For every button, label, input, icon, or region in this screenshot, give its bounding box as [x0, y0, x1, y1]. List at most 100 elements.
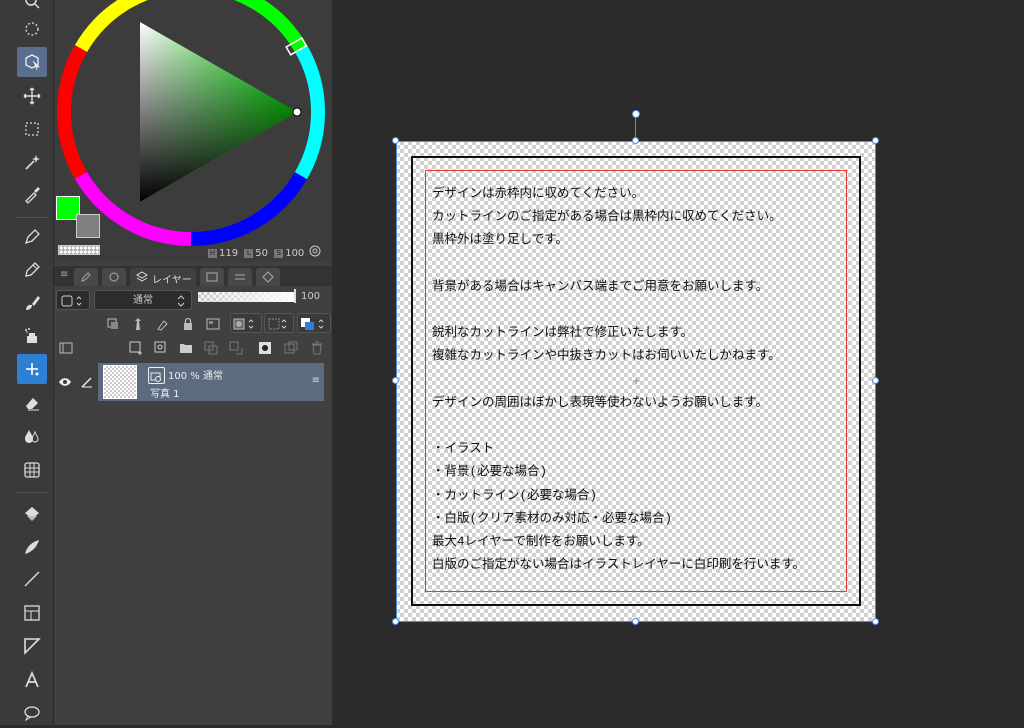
decoration-icon	[26, 363, 39, 376]
line-icon	[24, 571, 40, 587]
layer-color-dropdown[interactable]	[56, 290, 90, 310]
frame-icon	[24, 605, 40, 621]
reference-layer-button[interactable]	[130, 316, 146, 332]
layer-visibility-toggle[interactable]	[54, 363, 76, 401]
apply-mask-button[interactable]	[283, 340, 299, 356]
square-icon	[61, 295, 82, 307]
pen-tool[interactable]	[17, 222, 47, 252]
figure-ruler-tool[interactable]	[17, 455, 47, 485]
color-readout: H 119 L 50 S 100	[208, 248, 304, 259]
lock-layer-button[interactable]	[180, 316, 196, 332]
color-settings-button[interactable]	[309, 242, 321, 261]
handle-bottom-right[interactable]	[872, 618, 879, 625]
color-mode-icon	[301, 318, 324, 330]
transfer-down-button[interactable]	[203, 340, 219, 356]
blend-mode-value: 通常	[133, 295, 153, 306]
tool-palette	[0, 0, 54, 725]
move-icon	[23, 87, 41, 105]
pencil-tool[interactable]	[17, 255, 47, 285]
pencil-icon	[25, 262, 40, 277]
clip-icon	[107, 318, 118, 329]
balloon-tool[interactable]	[17, 698, 47, 728]
object-select-icon	[25, 54, 40, 71]
new-raster-layer-button[interactable]	[128, 340, 144, 356]
tab-tool-property[interactable]	[74, 268, 98, 286]
handle-bottom-left[interactable]	[392, 618, 399, 625]
marquee-icon	[25, 122, 39, 136]
mask-dropdown[interactable]	[230, 313, 262, 333]
brush-size-icon	[109, 272, 119, 282]
handle-top-left[interactable]	[392, 137, 399, 144]
frame-tool[interactable]	[17, 598, 47, 628]
blend-tool[interactable]	[17, 421, 47, 451]
transparent-color-swatch[interactable]	[58, 245, 100, 255]
tab-navigator[interactable]	[200, 268, 224, 286]
new-folder-button[interactable]	[178, 340, 194, 356]
brush-tool[interactable]	[17, 288, 47, 318]
line-tool[interactable]	[17, 564, 47, 594]
airbrush-tool[interactable]	[17, 321, 47, 351]
mask-edge-icon	[268, 318, 287, 330]
pen-icon	[81, 377, 92, 388]
new-vector-layer-icon	[154, 341, 166, 353]
gradient-tool[interactable]	[17, 532, 47, 562]
blend-mode-dropdown[interactable]: 通常	[94, 290, 192, 310]
layer-mask-dropdown[interactable]	[264, 313, 294, 333]
handle-top-right[interactable]	[872, 137, 879, 144]
create-mask-button[interactable]	[257, 340, 273, 356]
palette-tab-bar: ≡ レイヤー	[54, 266, 332, 286]
tab-material[interactable]	[256, 268, 280, 286]
tab-layer-property[interactable]	[228, 268, 252, 286]
opacity-slider-handle[interactable]	[294, 289, 296, 303]
direct-draw-tool[interactable]	[17, 631, 47, 661]
merge-down-icon	[229, 341, 243, 355]
layer-opacity-mode: 100 % 通常	[168, 367, 223, 382]
tab-brush-size[interactable]	[102, 268, 126, 286]
menu-icon[interactable]: ≡	[60, 269, 68, 280]
canvas-area[interactable]: デザインは赤枠内に収めてください。 カットラインのご指定がある場合は黒枠内に収め…	[333, 0, 1024, 725]
magic-wand-tool[interactable]	[17, 147, 47, 177]
saturation-value: 100	[285, 248, 305, 259]
gradient-icon	[25, 540, 39, 554]
color-wheel-panel: H 119 L 50 S 100	[54, 0, 332, 262]
handle-middle-left[interactable]	[392, 377, 399, 384]
draft-layer-button[interactable]	[155, 316, 171, 332]
brush-icon	[26, 296, 40, 310]
merge-down-button[interactable]	[228, 340, 244, 356]
new-vector-layer-button[interactable]	[153, 340, 169, 356]
handle-top-center[interactable]	[632, 137, 639, 144]
new-layer-icon	[129, 341, 142, 355]
lighthouse-icon	[135, 318, 141, 330]
eyedropper-tool[interactable]	[17, 180, 47, 210]
rotation-handle[interactable]	[632, 110, 640, 118]
transform-center-mark[interactable]: +	[632, 376, 640, 387]
layer-thumbnail	[103, 365, 137, 399]
move-tool[interactable]	[17, 81, 47, 111]
lock-transparent-button[interactable]	[205, 316, 221, 332]
color-picker-marker[interactable]	[292, 107, 302, 117]
text-tool[interactable]	[17, 665, 47, 695]
fill-tool[interactable]	[17, 499, 47, 529]
clip-layer-button[interactable]	[105, 316, 121, 332]
layer-item[interactable]: 100 % 通常 写真 1 ≡	[54, 363, 324, 401]
decoration-tool[interactable]	[17, 354, 47, 384]
handle-middle-right[interactable]	[872, 377, 879, 384]
eye-icon	[59, 378, 71, 386]
image-layer-icon	[148, 367, 165, 384]
tab-layer[interactable]: レイヤー	[130, 268, 196, 286]
saturation-triangle[interactable]	[140, 22, 297, 202]
eraser-icon	[26, 398, 39, 411]
eraser-tool[interactable]	[17, 388, 47, 418]
layer-list-toggle[interactable]	[58, 340, 74, 356]
layer-color-mode-dropdown[interactable]	[297, 313, 331, 333]
sub-color-swatch[interactable]	[76, 214, 100, 238]
marquee-tool[interactable]	[17, 114, 47, 144]
object-select-tool[interactable]	[17, 47, 47, 77]
layer-edit-toggle[interactable]	[76, 363, 98, 401]
trash-icon	[312, 341, 322, 355]
delete-layer-button[interactable]	[309, 340, 325, 356]
handle-bottom-center[interactable]	[632, 618, 639, 625]
opacity-slider[interactable]	[198, 292, 294, 302]
layer-menu-icon[interactable]: ≡	[312, 375, 320, 386]
lasso-tool[interactable]	[17, 14, 47, 44]
